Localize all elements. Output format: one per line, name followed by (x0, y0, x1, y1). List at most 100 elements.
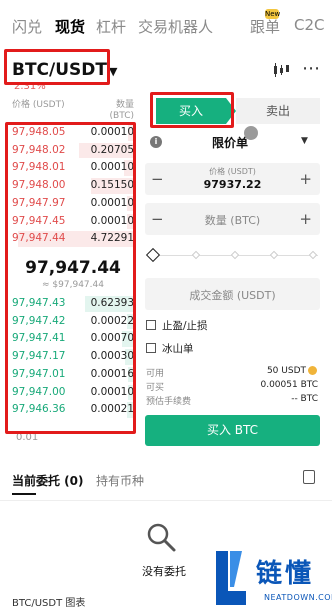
divider (0, 500, 332, 501)
row-price: 97,947.97 (12, 196, 66, 209)
tab-flash-swap[interactable]: 闪兑 (12, 16, 42, 37)
tab-c2c[interactable]: C2C (294, 16, 325, 34)
available-label: 可用 (146, 369, 165, 379)
row-price: 97,947.00 (12, 385, 66, 398)
active-tab-underline (12, 493, 36, 495)
pair-symbol: BTC/USDT (12, 60, 107, 80)
buy-tab[interactable]: 买入 (156, 98, 236, 124)
row-quantity: 0.00010 (90, 161, 134, 174)
row-quantity: 0.15150 (90, 179, 134, 192)
row-quantity: 0.00010 (90, 214, 134, 227)
row-quantity: 0.00030 (90, 350, 134, 363)
empty-state-text: 没有委托 (142, 565, 186, 578)
row-price: 97,948.00 (12, 179, 66, 192)
slider-step-75[interactable] (269, 250, 279, 260)
row-price: 97,947.42 (12, 314, 66, 327)
bid-row[interactable]: 97,947.43 0.62393 (12, 295, 134, 313)
slider-step-25[interactable] (191, 250, 201, 260)
row-quantity: 0.00010 (90, 196, 134, 209)
candlestick-icon[interactable] (272, 62, 290, 78)
slider-step-50[interactable] (230, 250, 240, 260)
bid-row[interactable]: 97,947.42 0.00022 (12, 313, 134, 331)
pair-selector[interactable]: BTC/USDT ▼ (12, 60, 117, 80)
more-icon[interactable]: ⋯ (302, 58, 320, 79)
row-quantity: 0.00016 (90, 367, 134, 380)
buy-btc-button[interactable]: 买入 BTC (145, 415, 320, 446)
orderbook-qty-header: 数量 (BTC) (109, 100, 134, 121)
tab-open-orders[interactable]: 当前委托 (0) (12, 472, 84, 489)
row-price: 97,948.02 (12, 143, 66, 156)
ask-row[interactable]: 97,947.44 4.72291 (12, 230, 134, 248)
plus-icon[interactable]: + (299, 170, 312, 188)
bid-row[interactable]: 97,947.17 0.00030 (12, 348, 134, 366)
row-quantity: 0.00022 (90, 314, 134, 327)
order-history-icon[interactable] (303, 470, 315, 484)
row-quantity: 4.72291 (90, 232, 134, 245)
bid-row[interactable]: 97,947.00 0.00010 (12, 384, 134, 402)
row-quantity: 0.00021 (90, 403, 134, 416)
slider-step-100[interactable] (308, 250, 318, 260)
bid-row[interactable]: 97,946.36 0.00021 (12, 401, 134, 419)
row-quantity: 0.00010 (90, 126, 134, 138)
chart-link[interactable]: BTC/USDT 图表 (12, 594, 85, 609)
amount-placeholder: 成交金额 (USDT) (189, 289, 276, 302)
row-price: 97,947.41 (12, 332, 66, 345)
price-label: 价格 (USDT) (209, 167, 256, 176)
can-buy-value: 0.00051 BTC (260, 380, 318, 390)
tp-sl-label: 止盈/止损 (162, 320, 208, 332)
row-price: 97,948.01 (12, 161, 66, 174)
row-price: 97,947.17 (12, 350, 66, 363)
tp-sl-checkbox[interactable] (146, 320, 156, 330)
row-quantity: 0.62393 (90, 297, 134, 309)
slider-handle[interactable] (145, 247, 161, 263)
price-field[interactable]: − 价格 (USDT) 97937.22 + (145, 163, 320, 195)
last-price[interactable]: 97,947.44 (12, 258, 134, 278)
row-price: 97,947.01 (12, 367, 66, 380)
row-price: 97,947.45 (12, 214, 66, 227)
fee-value: -- BTC (291, 394, 318, 404)
ask-row[interactable]: 97,948.02 0.20705 (12, 142, 134, 160)
orderbook-precision[interactable]: 0.01 (16, 432, 38, 443)
plus-icon[interactable]: + (299, 210, 312, 228)
row-price: 97,947.43 (12, 297, 66, 309)
info-icon[interactable]: i (150, 136, 162, 148)
last-price-fiat: ≈ $97,947.44 (42, 280, 104, 290)
touch-cursor (244, 126, 258, 140)
row-quantity: 0.20705 (90, 143, 134, 156)
tab-spot[interactable]: 现货 (55, 16, 85, 37)
fee-label: 预估手续费 (146, 397, 192, 407)
iceberg-label: 冰山单 (162, 343, 194, 355)
tab-trading-bot[interactable]: 交易机器人 (138, 16, 213, 37)
row-price: 97,948.05 (12, 126, 66, 138)
orderbook-price-header: 价格 (USDT) (12, 100, 65, 110)
add-funds-icon[interactable] (308, 366, 317, 375)
empty-search-icon (147, 523, 176, 552)
amount-field[interactable]: 成交金额 (USDT) (145, 278, 320, 310)
ask-row[interactable]: 97,948.00 0.15150 (12, 177, 134, 195)
row-price: 97,946.36 (12, 403, 66, 416)
row-quantity: 0.00010 (90, 385, 134, 398)
ask-row[interactable]: 97,947.45 0.00010 (12, 213, 134, 231)
row-quantity: 0.00070 (90, 332, 134, 345)
tab-margin[interactable]: 杠杆 (96, 16, 126, 37)
bid-row[interactable]: 97,947.01 0.00016 (12, 366, 134, 384)
quantity-placeholder: 数量 (BTC) (204, 214, 261, 227)
pair-change: 2.31% (14, 81, 46, 92)
iceberg-checkbox[interactable] (146, 343, 156, 353)
bid-row[interactable]: 97,947.41 0.00070 (12, 330, 134, 348)
tab-copy-trading[interactable]: 跟单 (250, 16, 280, 37)
quantity-field[interactable]: − 数量 (BTC) + (145, 203, 320, 235)
tab-holdings[interactable]: 持有币种 (96, 472, 144, 489)
watermark-logo-icon (216, 551, 246, 605)
caret-down-icon: ▼ (301, 136, 308, 146)
ask-row[interactable]: 97,947.97 0.00010 (12, 195, 134, 213)
ask-row[interactable]: 97,948.01 0.00010 (12, 159, 134, 177)
top-nav: 闪兑 现货 杠杆 交易机器人 跟单 New C2C (0, 0, 332, 50)
watermark-site: NEATDOWN.COM (264, 593, 332, 602)
order-type-label: 限价单 (212, 136, 249, 150)
can-buy-label: 可买 (146, 383, 165, 393)
caret-down-icon: ▼ (109, 65, 118, 78)
ask-row[interactable]: 97,948.05 0.00010 (12, 124, 134, 142)
sell-tab[interactable]: 卖出 (236, 98, 320, 124)
available-value: 50 USDT (266, 366, 306, 376)
